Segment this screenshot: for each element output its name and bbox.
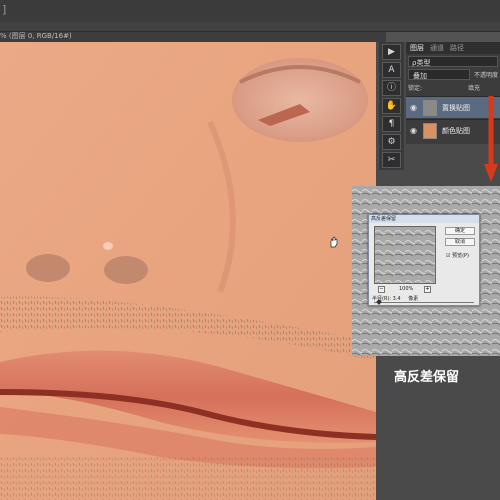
right-nostril <box>104 256 148 284</box>
gear-icon[interactable]: ⚙ <box>382 134 401 150</box>
red-down-arrow-icon <box>484 96 498 188</box>
options-bar <box>0 22 500 32</box>
tab-channels[interactable]: 通道 <box>430 43 444 53</box>
tab-layers[interactable]: 图层 <box>410 43 424 53</box>
cancel-button[interactable]: 取消 <box>445 238 475 246</box>
zoom-controls: − 100% + <box>374 286 436 294</box>
play-icon[interactable]: ▶ <box>382 44 401 60</box>
filter-preview[interactable] <box>374 226 436 284</box>
blend-mode-select[interactable]: 叠加 <box>408 69 470 80</box>
panel-tool-strip: ▶ A ⓘ ✋ ¶ ⚙ ✂ <box>379 42 404 170</box>
ok-button[interactable]: 确定 <box>445 227 475 235</box>
zoom-value: 100% <box>399 286 414 292</box>
info-icon[interactable]: ⓘ <box>382 80 401 96</box>
image-canvas[interactable] <box>0 42 376 500</box>
radius-slider-track[interactable] <box>374 302 474 303</box>
character-icon[interactable]: A <box>382 62 401 78</box>
panel-tabs: 图层 通道 路径 <box>406 42 500 54</box>
menu-glyph: ] <box>2 3 7 16</box>
eye-region <box>232 58 368 142</box>
tool-presets-icon[interactable]: ✂ <box>382 152 401 168</box>
eye-icon[interactable]: ◉ <box>410 126 417 135</box>
menu-bar: ] <box>0 0 500 22</box>
lock-label: 锁定: <box>408 85 423 92</box>
layer-name: 颜色贴图 <box>442 127 470 135</box>
chin-stubble <box>0 457 376 500</box>
dialog-titlebar: 高反差保留 <box>369 215 479 223</box>
dialog-title: 高反差保留 <box>371 216 397 222</box>
opacity-label: 不透明度 <box>474 72 499 79</box>
eye-icon[interactable]: ◉ <box>410 103 417 112</box>
blend-mode-value: 叠加 <box>413 72 427 80</box>
document-tab-label: % (图层 0, RGB/16#) <box>0 32 72 40</box>
tab-paths[interactable]: 路径 <box>450 43 464 53</box>
filter-kind-label: ρ类型 <box>412 59 431 67</box>
photoshop-window: ] % (图层 0, RGB/16#) ▶ A ⓘ ✋ ¶ ⚙ ✂ 图层 通道 … <box>0 0 500 500</box>
layer-thumbnail <box>423 100 437 116</box>
document-tab[interactable]: % (图层 0, RGB/16#) <box>0 32 386 42</box>
caption-text: 高反差保留 <box>394 370 460 385</box>
preview-checkbox[interactable]: ☑ 预览(P) <box>446 252 469 259</box>
fill-label: 填充 <box>468 85 481 92</box>
zoom-in-button[interactable]: + <box>424 286 431 293</box>
zoom-out-button[interactable]: − <box>378 286 385 293</box>
paragraph-icon[interactable]: ¶ <box>382 116 401 132</box>
hand-tool-icon[interactable]: ✋ <box>382 98 401 114</box>
hand-cursor-icon <box>328 236 340 248</box>
layer-name: 置换贴图 <box>442 104 470 112</box>
high-pass-inset: 高反差保留 确定 取消 ☑ 预览(P) − 100% + 半径(R): 3.4 … <box>352 186 500 356</box>
nose-highlight <box>103 242 113 250</box>
layer-filter-select[interactable]: ρ类型 <box>408 56 498 67</box>
left-nostril <box>26 254 70 282</box>
layer-thumbnail <box>423 123 437 139</box>
high-pass-dialog: 高反差保留 确定 取消 ☑ 预览(P) − 100% + 半径(R): 3.4 … <box>368 214 480 306</box>
